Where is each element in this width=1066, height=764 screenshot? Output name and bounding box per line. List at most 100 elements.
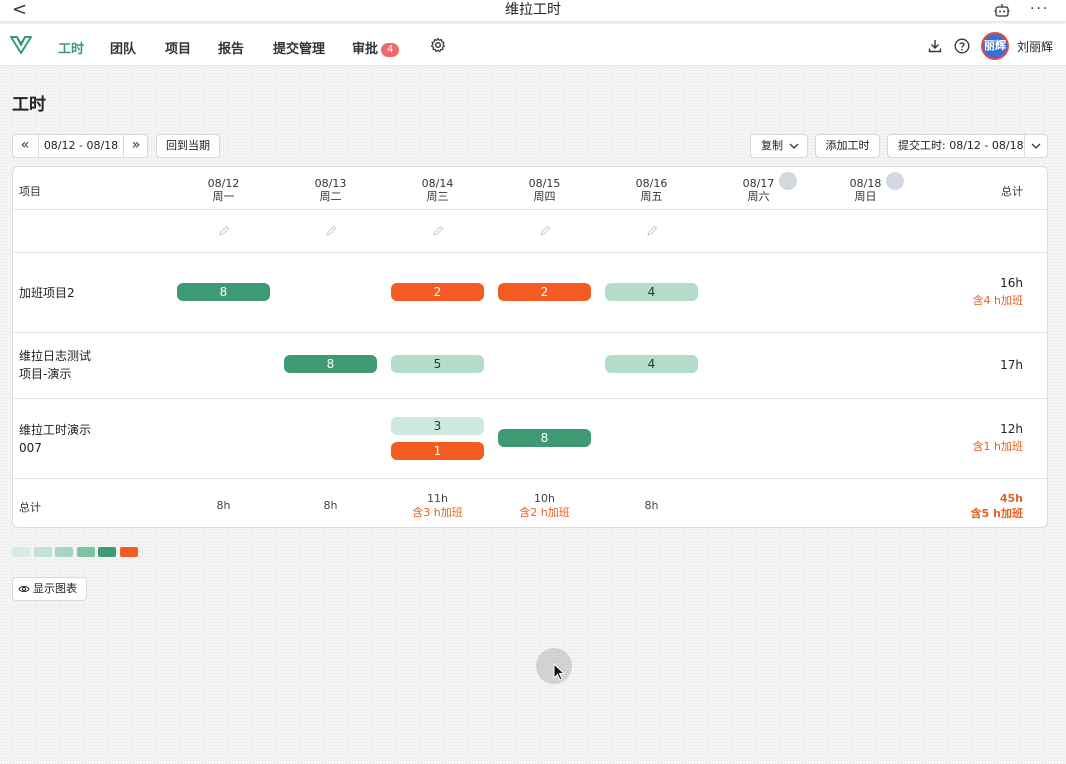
- day-overtime: 含3 h加班: [412, 506, 463, 519]
- day-weekday: 周日: [854, 190, 877, 203]
- nav-tab-approvals-label: 审批: [352, 42, 379, 57]
- submit-label: 提交工时: 08/12 - 08/18: [898, 139, 1024, 152]
- project-column-header: 项目: [19, 185, 41, 198]
- day-total: 8h: [605, 499, 698, 513]
- nav-tab-approvals[interactable]: 审批 4: [352, 38, 400, 57]
- grand-total-overtime: 含5 h加班: [970, 507, 1023, 520]
- pencil-icon[interactable]: [432, 225, 444, 237]
- help-icon[interactable]: [954, 38, 970, 54]
- row-divider: [13, 478, 1047, 479]
- row-divider: [13, 398, 1047, 399]
- show-chart-button[interactable]: 显示图表: [12, 577, 87, 601]
- approvals-count-badge: 4: [381, 43, 400, 57]
- row-total: 17h: [1000, 357, 1023, 374]
- nav-tab-projects[interactable]: 项目: [165, 38, 191, 57]
- nav-tab-reports[interactable]: 报告: [218, 38, 244, 57]
- gear-icon[interactable]: [430, 37, 446, 53]
- day-total: 10h 含2 h加班: [498, 492, 591, 520]
- back-to-current-button[interactable]: 回到当期: [156, 134, 220, 158]
- non-workday-icon[interactable]: [886, 172, 904, 190]
- user-avatar[interactable]: 丽辉: [981, 32, 1009, 60]
- time-entry-overtime[interactable]: 2: [498, 283, 591, 301]
- day-total: 8h: [177, 499, 270, 513]
- app-logo-icon[interactable]: [10, 35, 32, 55]
- row-total: 16h 含4 h加班: [973, 275, 1023, 309]
- day-date: 08/16: [635, 177, 668, 190]
- row-total: 12h 含1 h加班: [973, 421, 1023, 455]
- legend-swatch: [12, 547, 30, 557]
- next-week-button[interactable]: »: [124, 135, 148, 157]
- day-date: 08/12: [207, 177, 240, 190]
- day-total-hours: 8h: [216, 499, 231, 512]
- day-total-hours: 11h: [427, 492, 448, 505]
- day-total-hours: 10h: [534, 492, 555, 505]
- non-workday-icon[interactable]: [779, 172, 797, 190]
- project-name[interactable]: 维拉工时演示007: [19, 421, 99, 457]
- pencil-icon[interactable]: [646, 225, 658, 237]
- nav-tab-submissions[interactable]: 提交管理: [273, 38, 325, 57]
- day-weekday: 周二: [319, 190, 342, 203]
- pencil-icon[interactable]: [539, 225, 551, 237]
- day-header-thu: 08/15 周四: [498, 177, 591, 203]
- row-divider: [13, 252, 1047, 253]
- legend-swatch: [119, 547, 138, 557]
- split-divider: [1024, 135, 1025, 157]
- day-date: 08/15: [528, 177, 561, 190]
- day-header-wed: 08/14 周三: [391, 177, 484, 203]
- footer-total-label: 总计: [19, 501, 41, 514]
- top-navbar: 工时 团队 项目 报告 提交管理 审批 4 丽辉 刘丽辉: [0, 24, 1066, 66]
- eye-icon: [18, 585, 30, 593]
- page-title: 工时: [12, 95, 46, 115]
- day-date: 08/13: [314, 177, 347, 190]
- day-weekday: 周四: [533, 190, 556, 203]
- time-entry[interactable]: 8: [177, 283, 270, 301]
- day-total: 8h: [284, 499, 377, 513]
- pencil-icon[interactable]: [218, 225, 230, 237]
- time-entry[interactable]: 4: [605, 355, 698, 373]
- show-chart-label: 显示图表: [33, 582, 77, 595]
- more-icon[interactable]: ···: [1030, 0, 1049, 18]
- day-total: 11h 含3 h加班: [391, 492, 484, 520]
- time-entry[interactable]: 8: [284, 355, 377, 373]
- prev-week-button[interactable]: «: [13, 135, 37, 157]
- row-total-hours: 12h: [1000, 422, 1023, 436]
- row-overtime: 含4 h加班: [972, 294, 1023, 307]
- robot-icon[interactable]: [994, 3, 1010, 17]
- submit-timesheet-button[interactable]: 提交工时: 08/12 - 08/18: [887, 134, 1048, 158]
- row-divider: [13, 332, 1047, 333]
- add-time-button[interactable]: 添加工时: [815, 134, 880, 158]
- day-total-hours: 8h: [644, 499, 659, 512]
- row-total-hours: 16h: [1000, 276, 1023, 290]
- total-column-header: 总计: [1001, 185, 1023, 198]
- mouse-cursor-icon: [553, 663, 565, 681]
- time-entry-overtime[interactable]: 2: [391, 283, 484, 301]
- pencil-icon[interactable]: [325, 225, 337, 237]
- nav-tab-team[interactable]: 团队: [110, 38, 136, 57]
- row-divider: [13, 209, 1047, 210]
- user-name[interactable]: 刘丽辉: [1017, 38, 1053, 55]
- time-entry-overtime[interactable]: 1: [391, 442, 484, 460]
- nav-tab-timesheet[interactable]: 工时: [58, 38, 84, 57]
- day-header-fri: 08/16 周五: [605, 177, 698, 203]
- time-entry[interactable]: 4: [605, 283, 698, 301]
- day-header-tue: 08/13 周二: [284, 177, 377, 203]
- project-name[interactable]: 加班项目2: [19, 284, 129, 302]
- time-entry[interactable]: 8: [498, 429, 591, 447]
- download-icon[interactable]: [927, 38, 943, 54]
- day-header-mon: 08/12 周一: [177, 177, 270, 203]
- legend-swatch: [55, 547, 73, 557]
- copy-dropdown-button[interactable]: 复制: [750, 134, 808, 158]
- row-total-hours: 17h: [1000, 358, 1023, 372]
- legend-swatch: [33, 547, 52, 557]
- day-weekday: 周五: [640, 190, 663, 203]
- day-date: 08/14: [421, 177, 454, 190]
- project-name[interactable]: 维拉日志测试项目-演示: [19, 347, 99, 383]
- timesheet-table: 项目 08/12 周一 08/13 周二 08/14 周三 08/15 周四 08/16…: [12, 166, 1048, 528]
- chevron-down-icon: [789, 143, 799, 149]
- chevron-down-icon[interactable]: [1031, 143, 1041, 150]
- legend-swatch: [76, 547, 95, 557]
- time-entry[interactable]: 5: [391, 355, 484, 373]
- week-range-label[interactable]: 08/12 - 08/18: [38, 135, 124, 157]
- window-titlebar: < 维拉工时 ···: [0, 0, 1066, 22]
- time-entry[interactable]: 3: [391, 417, 484, 435]
